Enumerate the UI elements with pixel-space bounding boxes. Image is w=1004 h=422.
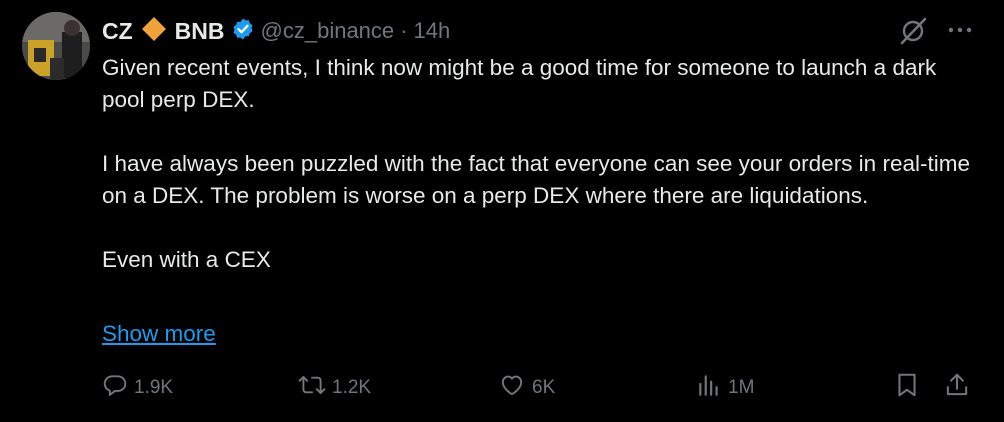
- like-count: 6K: [532, 377, 556, 398]
- more-options-icon[interactable]: [946, 16, 974, 49]
- views-icon: [696, 372, 722, 404]
- avatar-image: [22, 12, 90, 80]
- retweet-button[interactable]: 1.2K: [298, 370, 371, 406]
- like-button[interactable]: 6K: [498, 370, 555, 406]
- bookmark-icon: [894, 371, 920, 405]
- verified-badge-icon[interactable]: [231, 17, 255, 46]
- tweet-paragraph: Given recent events, I think now might b…: [102, 55, 937, 112]
- tweet-paragraph: I have always been puzzled with the fact…: [102, 151, 970, 208]
- avatar[interactable]: [22, 12, 90, 80]
- views-count: 1M: [728, 377, 755, 398]
- timestamp[interactable]: 14h: [413, 18, 450, 44]
- share-icon: [944, 371, 970, 405]
- show-more-link[interactable]: Show more: [102, 318, 216, 350]
- diamond-icon: [141, 16, 167, 47]
- grok-icon[interactable]: [898, 16, 928, 51]
- tweet-header: CZ BNB @cz_binance · 14h: [102, 14, 450, 48]
- tweet-card[interactable]: CZ BNB @cz_binance · 14h Given recent ev…: [0, 0, 1004, 422]
- reply-button[interactable]: 1.9K: [102, 370, 173, 406]
- reply-count: 1.9K: [134, 377, 174, 398]
- bookmark-button[interactable]: [894, 370, 920, 406]
- action-bar: 1.9K 1.2K 6K 1M: [102, 370, 982, 406]
- tweet-body: Given recent events, I think now might b…: [102, 52, 982, 276]
- reply-icon: [102, 372, 128, 404]
- separator-dot: ·: [400, 18, 408, 43]
- retweet-count: 1.2K: [332, 377, 372, 398]
- share-button[interactable]: [944, 370, 970, 406]
- brand-label[interactable]: BNB: [175, 18, 225, 45]
- user-handle[interactable]: @cz_binance: [261, 18, 395, 44]
- retweet-icon: [298, 372, 326, 404]
- views-button[interactable]: 1M: [696, 370, 754, 406]
- display-name[interactable]: CZ: [102, 18, 133, 45]
- heart-icon: [498, 372, 526, 404]
- tweet-paragraph: Even with a CEX: [102, 247, 271, 272]
